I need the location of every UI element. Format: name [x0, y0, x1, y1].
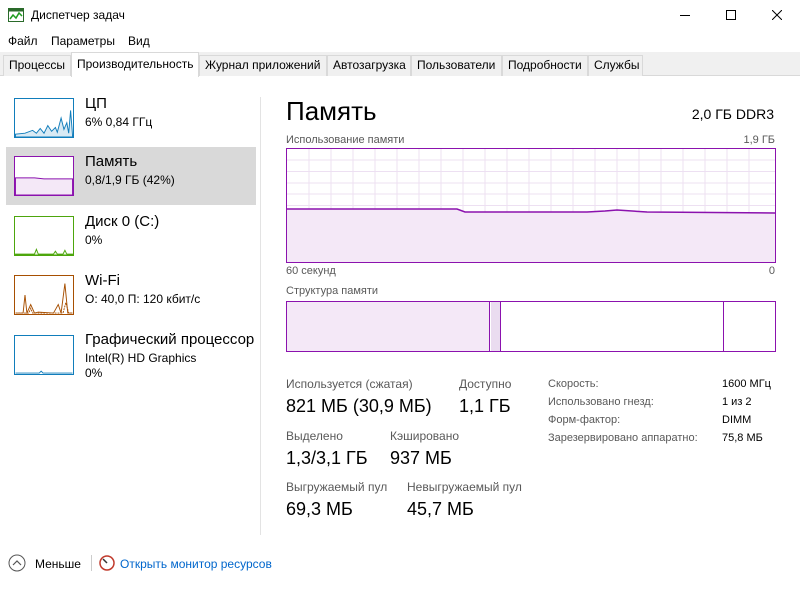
resource-item-wifi[interactable]: Wi-Fi О: 40,0 П: 120 кбит/с — [6, 266, 256, 324]
close-icon — [772, 10, 782, 20]
in-use-label: Используется (сжатая) — [286, 377, 413, 391]
paged-pool-label: Выгружаемый пул — [286, 480, 388, 494]
resource-name: Графический процессор — [85, 331, 255, 348]
resource-item-disk[interactable]: Диск 0 (C:) 0% — [6, 207, 256, 265]
menu-bar: Файл Параметры Вид — [0, 30, 800, 52]
resource-name: Диск 0 (C:) — [85, 213, 160, 230]
minimize-icon — [680, 15, 690, 16]
maximize-icon — [726, 10, 736, 20]
memory-spec: 2,0 ГБ DDR3 — [691, 106, 774, 122]
structure-standby — [502, 302, 724, 351]
cached-label: Кэшировано — [390, 429, 460, 443]
reserved-value: 75,8 МБ — [722, 432, 763, 444]
resource-list: ЦП 6% 0,84 ГГц Память 0,8/1,9 ГБ (42%) Д… — [0, 77, 260, 537]
committed-value: 1,3/3,1 ГБ — [286, 448, 368, 468]
task-manager-icon — [8, 8, 24, 22]
menu-options[interactable]: Параметры — [51, 34, 115, 48]
slots-value: 1 из 2 — [722, 396, 752, 408]
structure-in-use — [287, 302, 490, 351]
nonpaged-pool-value: 45,7 МБ — [407, 499, 474, 519]
fewer-details-button[interactable]: Меньше — [8, 554, 88, 574]
slots-label: Использовано гнезд: — [548, 396, 654, 408]
page-title: Память — [286, 96, 377, 126]
resource-detail: О: 40,0 П: 120 кбит/с — [85, 292, 201, 306]
resource-detail: 0% — [85, 233, 103, 247]
usage-graph-time: 60 секунд — [286, 265, 336, 277]
open-resource-monitor-link[interactable]: Открыть монитор ресурсов — [99, 554, 279, 574]
tab-users[interactable]: Пользователи — [411, 55, 502, 76]
memory-thumbnail-graph — [14, 156, 74, 196]
resource-item-memory[interactable]: Память 0,8/1,9 ГБ (42%) — [6, 147, 256, 205]
paged-pool-value: 69,3 МБ — [286, 499, 353, 519]
committed-label: Выделено — [286, 429, 343, 443]
speed-value: 1600 МГц — [722, 378, 771, 390]
structure-modified — [491, 302, 501, 351]
usage-graph-min: 0 — [768, 265, 775, 277]
panel-divider — [260, 97, 261, 535]
tab-startup[interactable]: Автозагрузка — [327, 55, 411, 76]
fewer-details-label: Меньше — [35, 557, 81, 571]
structure-graph-label: Структура памяти — [286, 285, 379, 297]
tab-details[interactable]: Подробности — [502, 55, 588, 76]
resource-item-gpu[interactable]: Графический процессор Intel(R) HD Graphi… — [6, 325, 256, 391]
reserved-label: Зарезервировано аппаратно: — [548, 432, 698, 444]
window-title: Диспетчер задач — [31, 8, 125, 22]
wifi-thumbnail-graph — [14, 275, 74, 315]
footer-bar: Меньше Открыть монитор ресурсов — [0, 537, 800, 589]
nonpaged-pool-label: Невыгружаемый пул — [407, 480, 522, 494]
tab-bar: Процессы Производительность Журнал прило… — [0, 52, 800, 77]
resource-item-cpu[interactable]: ЦП 6% 0,84 ГГц — [6, 89, 256, 147]
in-use-value: 821 МБ (30,9 МБ) — [286, 396, 432, 416]
usage-graph-label: Использование памяти — [286, 134, 405, 146]
available-value: 1,1 ГБ — [459, 396, 511, 416]
tab-app-history[interactable]: Журнал приложений — [199, 55, 327, 76]
chevron-up-icon — [8, 554, 26, 572]
tab-services[interactable]: Службы — [588, 55, 643, 76]
form-factor-label: Форм-фактор: — [548, 414, 621, 426]
resource-name: Wi-Fi — [85, 272, 120, 289]
open-resource-monitor-label: Открыть монитор ресурсов — [120, 557, 272, 571]
maximize-button[interactable] — [708, 0, 754, 30]
usage-graph-max: 1,9 ГБ — [743, 134, 775, 146]
cached-value: 937 МБ — [390, 448, 452, 468]
minimize-button[interactable] — [662, 0, 708, 30]
form-factor-value: DIMM — [722, 414, 752, 426]
menu-file[interactable]: Файл — [8, 34, 38, 48]
available-label: Доступно — [459, 377, 512, 391]
cpu-thumbnail-graph — [14, 98, 74, 138]
tab-performance[interactable]: Производительность — [71, 52, 199, 77]
resource-detail: 0,8/1,9 ГБ (42%) — [85, 173, 175, 187]
disk-thumbnail-graph — [14, 216, 74, 256]
resource-monitor-icon — [99, 555, 115, 571]
title-bar[interactable]: Диспетчер задач — [0, 0, 800, 30]
speed-label: Скорость: — [548, 378, 599, 390]
footer-separator — [91, 555, 92, 571]
memory-usage-graph[interactable] — [286, 148, 776, 263]
memory-usage-plot — [287, 149, 775, 262]
memory-structure-bar[interactable] — [286, 301, 776, 352]
resource-name: ЦП — [85, 95, 107, 112]
menu-view[interactable]: Вид — [128, 34, 150, 48]
resource-detail: Intel(R) HD Graphics — [85, 351, 197, 365]
resource-detail: 6% 0,84 ГГц — [85, 115, 153, 129]
resource-name: Память — [85, 153, 138, 170]
gpu-thumbnail-graph — [14, 335, 74, 375]
tab-processes[interactable]: Процессы — [3, 55, 71, 76]
structure-free — [725, 302, 775, 351]
close-button[interactable] — [754, 0, 800, 30]
resource-usage: 0% — [85, 366, 103, 380]
